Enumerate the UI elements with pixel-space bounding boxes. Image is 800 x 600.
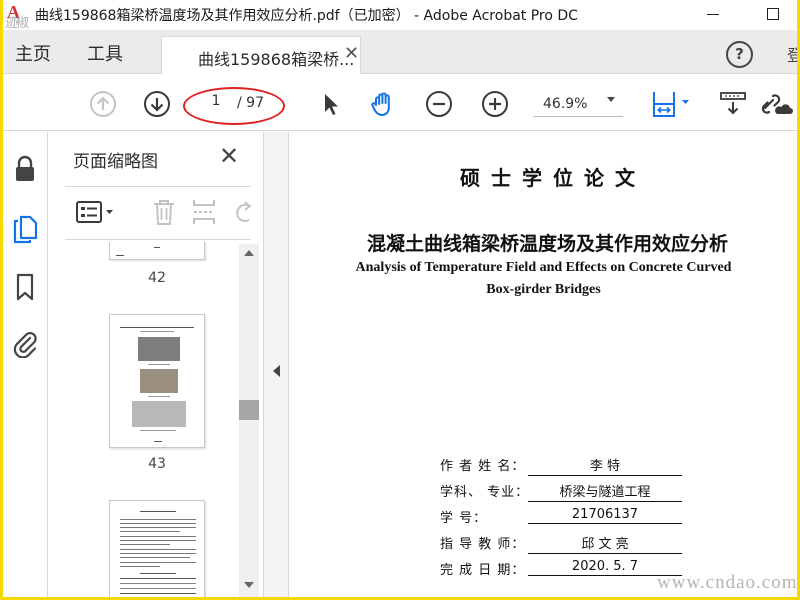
page-display-icon[interactable] <box>719 90 747 118</box>
scroll-down-icon[interactable] <box>244 582 254 588</box>
bookmark-icon[interactable] <box>11 272 39 302</box>
minimize-button[interactable] <box>707 14 719 15</box>
thumbnail-page-number: 43 <box>148 456 166 472</box>
thesis-title-cn: 混凝土曲线箱梁桥温度场及其作用效应分析 <box>367 233 729 255</box>
toolbar: 1 / 97 46.9% <box>3 75 797 131</box>
major-value: 桥梁与隧道工程 <box>528 481 682 502</box>
thumbnail-page[interactable] <box>109 314 205 448</box>
thumbnail-page[interactable] <box>109 500 205 597</box>
menu-tools[interactable]: 工具 <box>87 40 123 66</box>
thumbnail-page-number: 42 <box>148 270 166 286</box>
panel-toolbar <box>65 186 253 240</box>
share-link-icon[interactable] <box>759 90 793 118</box>
maximize-button[interactable] <box>767 8 779 20</box>
menu-home[interactable]: 主页 <box>15 40 51 66</box>
hand-tool-icon[interactable] <box>369 90 397 118</box>
previous-page-icon[interactable] <box>89 90 117 118</box>
thesis-title-en-line2: Box-girder Bridges <box>486 282 601 297</box>
panel-splitter[interactable] <box>263 132 289 597</box>
panel-title: 页面缩略图 <box>73 152 158 172</box>
red-highlight-circle <box>183 87 285 125</box>
advisor-label: 指 导 教 师： <box>440 537 526 552</box>
rotate-page-icon[interactable] <box>231 197 253 227</box>
document-tab[interactable]: 曲线159868箱梁桥... ✕ <box>161 36 361 74</box>
left-rail <box>3 132 48 597</box>
watermark-url: www.cndao.com <box>657 572 797 593</box>
lock-icon[interactable] <box>11 154 39 184</box>
collapse-panel-icon[interactable] <box>273 365 280 377</box>
document-tab-label: 曲线159868箱梁桥... <box>198 50 355 69</box>
student-id-value: 21706137 <box>528 507 682 524</box>
next-page-icon[interactable] <box>143 90 171 118</box>
close-tab-icon[interactable]: ✕ <box>344 43 359 64</box>
insert-page-icon[interactable] <box>189 197 219 227</box>
thumbnails-panel: 页面缩略图 ✕ 42 43 <box>49 132 263 597</box>
close-panel-icon[interactable]: ✕ <box>219 142 239 170</box>
thumbnail-page[interactable] <box>109 242 205 260</box>
date-label: 完 成 日 期： <box>440 563 526 578</box>
fit-page-icon[interactable] <box>651 90 691 118</box>
zoom-out-icon[interactable] <box>425 90 453 118</box>
author-label: 作 者 姓 名： <box>440 459 526 474</box>
scrollbar-thumb[interactable] <box>239 400 259 420</box>
degree-label: 硕士学位论文 <box>460 166 646 190</box>
major-label: 学科、 专业： <box>440 485 530 500</box>
thesis-title-en-line1: Analysis of Temperature Field and Effect… <box>355 260 732 275</box>
zoom-dropdown-arrow-icon[interactable] <box>607 97 615 102</box>
help-button[interactable]: ? <box>726 41 753 68</box>
student-id-label: 学 号： <box>440 511 488 526</box>
zoom-in-icon[interactable] <box>481 90 509 118</box>
app-logo: A 迹椒网 <box>5 2 31 50</box>
author-value: 李 特 <box>528 455 682 476</box>
select-cursor-icon[interactable] <box>317 90 345 118</box>
title-bar: A 迹椒网 曲线159868箱梁桥温度场及其作用效应分析.pdf（已加密） - … <box>3 0 797 50</box>
thumbnails-scrollbar[interactable] <box>239 244 259 597</box>
scroll-up-icon[interactable] <box>244 250 254 256</box>
delete-page-icon[interactable] <box>149 197 179 227</box>
thumbnails-list: 42 43 <box>49 242 263 597</box>
document-view[interactable]: 硕士学位论文 混凝土曲线箱梁桥温度场及其作用效应分析 Analysis of T… <box>290 132 797 597</box>
page-thumbnails-icon[interactable] <box>11 214 39 244</box>
attachment-icon[interactable] <box>11 328 39 359</box>
login-button[interactable]: 登 <box>787 42 797 66</box>
acrobat-window: A 迹椒网 曲线159868箱梁桥温度场及其作用效应分析.pdf（已加密） - … <box>3 0 797 597</box>
window-title: 曲线159868箱梁桥温度场及其作用效应分析.pdf（已加密） - Adobe … <box>35 8 578 24</box>
menu-bar: 主页 工具 曲线159868箱梁桥... ✕ ? 登 <box>3 30 797 74</box>
advisor-value: 邱 文 亮 <box>528 533 682 554</box>
thumbnail-options-icon[interactable] <box>75 197 119 227</box>
